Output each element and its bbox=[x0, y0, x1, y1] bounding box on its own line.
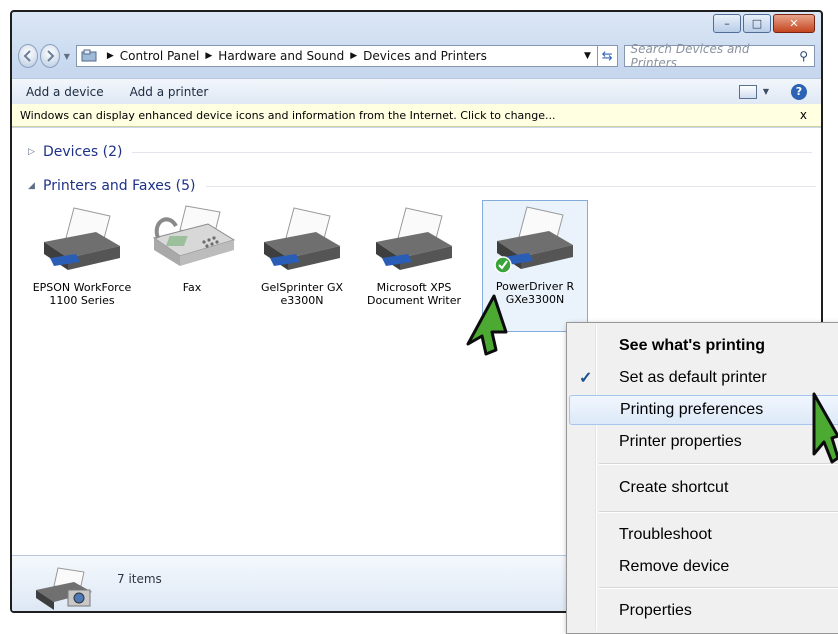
menu-item-label: See what's printing bbox=[619, 337, 766, 354]
forward-button[interactable] bbox=[39, 44, 60, 68]
printer-tile-microsoft-xps[interactable]: Microsoft XPS Document Writer bbox=[362, 202, 466, 307]
fax-machine-icon bbox=[152, 205, 236, 266]
menu-item-label: Printer properties bbox=[619, 433, 742, 450]
close-button[interactable]: ✕ bbox=[773, 14, 815, 33]
minimize-button[interactable]: – bbox=[713, 14, 741, 33]
menu-item-troubleshoot[interactable]: Troubleshoot bbox=[569, 520, 838, 550]
address-dropdown-icon[interactable]: ▼ bbox=[578, 51, 597, 61]
control-panel-icon bbox=[81, 49, 97, 62]
fax-tile[interactable]: Fax bbox=[140, 202, 244, 294]
recent-pages-chevron-icon[interactable]: ▼ bbox=[64, 52, 70, 61]
device-group-icon bbox=[36, 567, 92, 610]
menu-separator bbox=[599, 511, 838, 513]
menu-pointer-cursor-icon bbox=[812, 392, 838, 464]
menu-item-create-shortcut[interactable]: Create shortcut bbox=[569, 473, 838, 503]
printer-label: EPSON WorkForce 1100 Series bbox=[32, 281, 132, 307]
menu-separator bbox=[599, 587, 838, 589]
printer-tile-gelsprinter[interactable]: GelSprinter GX e3300N bbox=[250, 202, 354, 307]
printer-tile-epson[interactable]: EPSON WorkForce 1100 Series bbox=[30, 202, 134, 307]
refresh-button[interactable]: ⇆ bbox=[597, 45, 618, 67]
menu-item-remove-device[interactable]: Remove device bbox=[569, 552, 838, 582]
search-placeholder: Search Devices and Printers bbox=[630, 42, 750, 70]
fax-label: Fax bbox=[182, 281, 202, 294]
address-bar[interactable]: ▶ Control Panel ▶ Hardware and Sound ▶ D… bbox=[75, 45, 598, 67]
pointer-cursor-icon bbox=[466, 294, 508, 356]
menu-item-see-whats-printing[interactable]: See what's printing bbox=[569, 331, 838, 361]
caption-buttons: – □ ✕ bbox=[711, 14, 815, 33]
breadcrumb-hardware-and-sound[interactable]: Hardware and Sound bbox=[218, 49, 344, 63]
back-button[interactable] bbox=[18, 44, 38, 68]
add-device-button[interactable]: Add a device bbox=[12, 85, 116, 99]
breadcrumb-control-panel[interactable]: Control Panel bbox=[120, 49, 200, 63]
menu-item-label: Printing preferences bbox=[620, 401, 764, 418]
breadcrumb-separator-icon: ▶ bbox=[205, 51, 213, 61]
breadcrumb-devices-and-printers[interactable]: Devices and Printers bbox=[363, 49, 487, 63]
menu-item-printing-preferences[interactable]: Printing preferences bbox=[569, 395, 838, 425]
infobar-close-icon[interactable]: x bbox=[800, 108, 807, 122]
refresh-icon: ⇆ bbox=[601, 48, 613, 64]
expand-triangle-icon: ▷ bbox=[28, 147, 35, 157]
menu-item-label: Create shortcut bbox=[619, 479, 729, 496]
group-divider bbox=[205, 185, 816, 187]
menu-item-label: Troubleshoot bbox=[619, 526, 712, 543]
group-divider bbox=[132, 151, 813, 153]
search-icon[interactable]: ⚲ bbox=[799, 49, 808, 63]
printer-context-menu: See what's printing ✓ Set as default pri… bbox=[566, 322, 838, 634]
group-devices-label: Devices (2) bbox=[43, 144, 123, 160]
printer-label: Microsoft XPS Document Writer bbox=[366, 281, 462, 307]
menu-item-printer-properties[interactable]: Printer properties bbox=[569, 427, 838, 457]
collapse-triangle-icon: ◢ bbox=[28, 181, 35, 191]
menu-item-set-default-printer[interactable]: ✓ Set as default printer bbox=[569, 363, 838, 393]
breadcrumb-separator-icon: ▶ bbox=[106, 51, 114, 61]
item-count: 7 items bbox=[117, 572, 162, 586]
search-input[interactable]: Search Devices and Printers ⚲ bbox=[623, 42, 815, 70]
printer-icon bbox=[264, 207, 340, 270]
view-options-chevron-icon[interactable]: ▼ bbox=[763, 87, 769, 96]
change-view-icon[interactable] bbox=[738, 84, 757, 99]
information-bar[interactable]: Windows can display enhanced device icon… bbox=[12, 104, 821, 127]
breadcrumb-separator-icon: ▶ bbox=[350, 51, 358, 61]
forward-arrow-icon bbox=[47, 50, 55, 62]
printer-icon bbox=[44, 207, 120, 270]
menu-item-label: Remove device bbox=[619, 558, 730, 575]
group-printers-header[interactable]: ◢ Printers and Faxes (5) bbox=[28, 178, 816, 194]
back-arrow-icon bbox=[23, 50, 31, 62]
add-printer-button[interactable]: Add a printer bbox=[116, 85, 221, 99]
infobar-message: Windows can display enhanced device icon… bbox=[20, 108, 556, 122]
group-devices-header[interactable]: ▷ Devices (2) bbox=[28, 144, 813, 160]
printer-icon bbox=[494, 206, 573, 274]
printer-label: GelSprinter GX e3300N bbox=[260, 281, 344, 307]
group-printers-label: Printers and Faxes (5) bbox=[43, 178, 196, 194]
navigation-bar: ▼ ▶ Control Panel ▶ Hardware and Sound ▶… bbox=[18, 42, 815, 70]
menu-item-label: Set as default printer bbox=[619, 369, 767, 386]
menu-item-label: Properties bbox=[619, 602, 692, 619]
checkmark-icon: ✓ bbox=[579, 370, 593, 387]
help-icon[interactable]: ? bbox=[791, 83, 807, 100]
maximize-button[interactable]: □ bbox=[743, 14, 771, 33]
menu-item-properties[interactable]: Properties bbox=[569, 596, 838, 626]
command-bar: Add a device Add a printer ▼ ? bbox=[12, 78, 821, 105]
printer-icon bbox=[376, 207, 452, 270]
